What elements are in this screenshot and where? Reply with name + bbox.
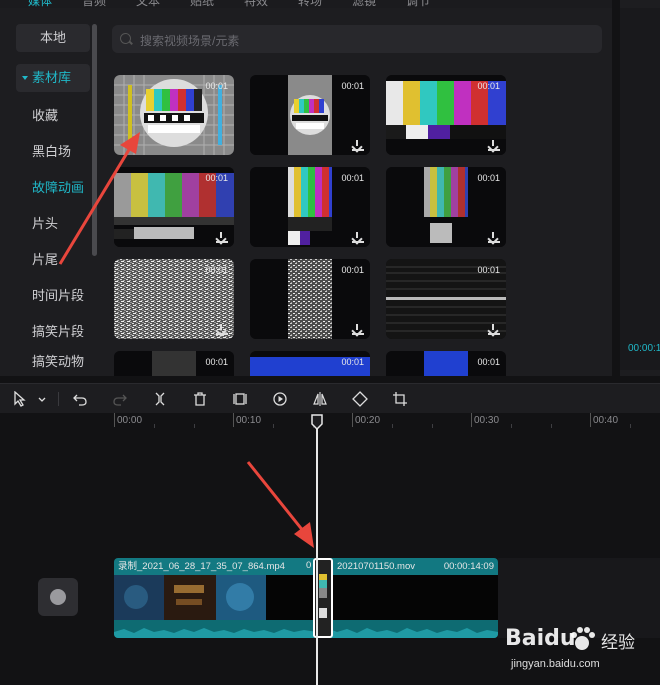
annotation-arrow — [58, 147, 132, 265]
watermark-brand: Baidu — [505, 626, 576, 651]
annotation-overlay — [58, 132, 314, 548]
annotation-arrowhead — [294, 522, 314, 548]
video-editor-window: 媒体 音频 文本 贴纸 特效 转场 滤镜 调节 本地 素材库 收藏 黑白场 故障… — [0, 0, 660, 685]
watermark-brand-cn: 经验 — [601, 633, 635, 652]
paw-icon — [571, 627, 595, 650]
watermark: Baidu 经验 jingyan.baidu.com — [505, 614, 655, 674]
annotation-arrow — [246, 461, 306, 533]
watermark-url: jingyan.baidu.com — [511, 658, 600, 670]
